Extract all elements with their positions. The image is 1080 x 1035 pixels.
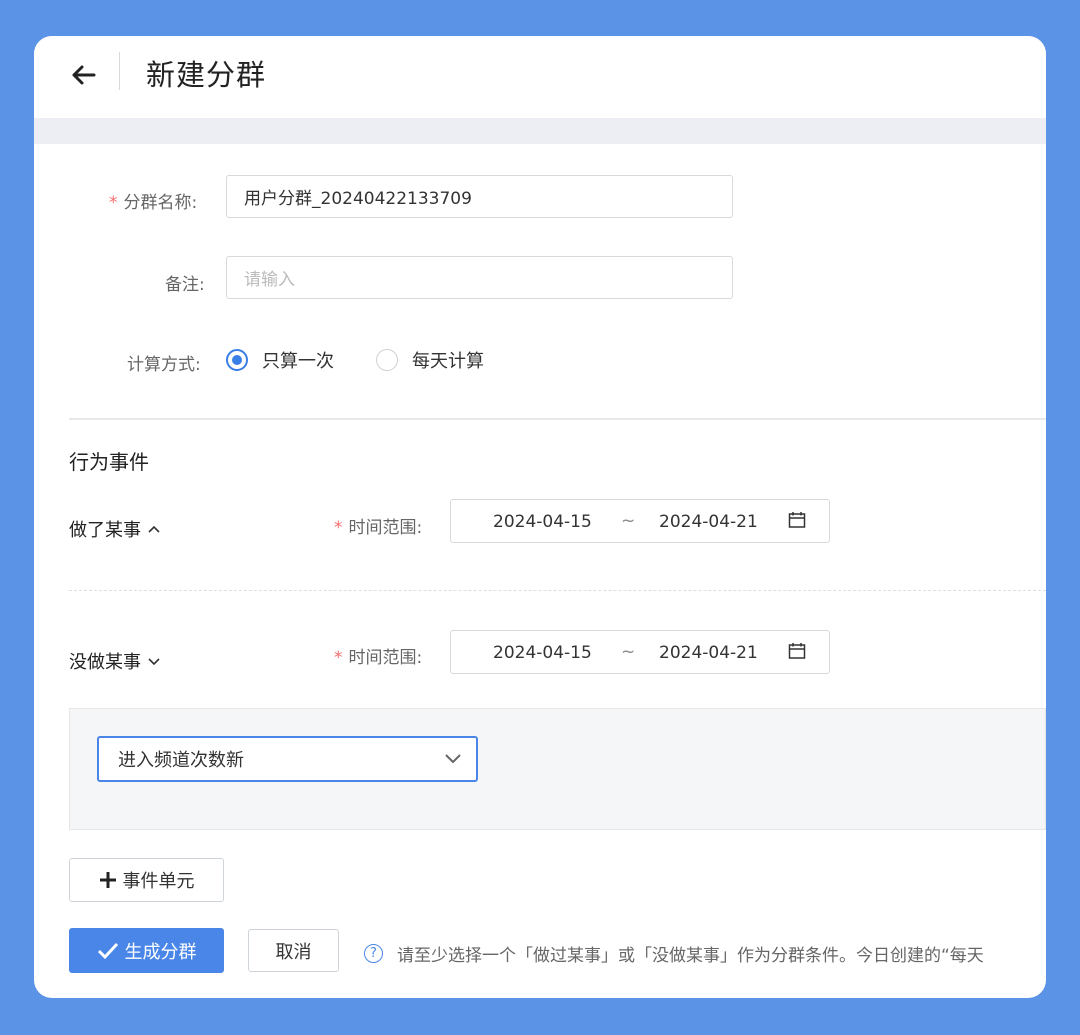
radio-calc-daily[interactable]: 每天计算 <box>376 347 484 373</box>
did-date-range-picker[interactable]: 2024-04-15 ~ 2024-04-21 <box>450 499 830 543</box>
radio-checked-icon <box>226 349 248 371</box>
calendar-icon <box>788 512 806 528</box>
chevron-up-icon <box>148 525 160 533</box>
did-time-range-label: * 时间范围: <box>334 518 423 538</box>
header-divider <box>119 52 120 90</box>
calc-method-label: 计算方式: <box>127 355 201 375</box>
required-mark: * <box>334 518 343 538</box>
generate-segment-button[interactable]: 生成分群 <box>69 928 224 973</box>
did-start-date: 2024-04-15 <box>493 512 592 532</box>
event-condition-select[interactable]: 进入频道次数新 <box>97 736 478 782</box>
range-separator: ~ <box>621 642 636 662</box>
event-divider <box>69 590 1046 591</box>
check-icon <box>97 942 119 960</box>
page-title: 新建分群 <box>146 58 267 92</box>
add-event-unit-button[interactable]: 事件单元 <box>69 858 224 902</box>
did-not-end-date: 2024-04-21 <box>659 643 758 663</box>
required-mark: * <box>109 193 118 213</box>
question-icon: ? <box>364 944 383 963</box>
hint-text: ? 请至少选择一个「做过某事」或「没做某事」作为分群条件。今日创建的“每天 <box>364 941 984 966</box>
remark-input[interactable]: 请输入 <box>226 256 733 299</box>
segment-name-input[interactable]: 用户分群_20240422133709 <box>226 175 733 218</box>
did-not-toggle[interactable]: 没做某事 <box>69 648 161 674</box>
condition-panel: 进入频道次数新 <box>69 708 1046 830</box>
did-not-time-range-label: * 时间范围: <box>334 648 423 668</box>
create-segment-card: 新建分群 * 分群名称: 用户分群_20240422133709 备注: 请输入 … <box>34 36 1046 998</box>
did-something-toggle[interactable]: 做了某事 <box>69 516 161 542</box>
header-band <box>34 118 1046 144</box>
arrow-left-icon <box>72 65 96 85</box>
remark-label: 备注: <box>165 275 205 295</box>
chevron-down-icon <box>445 754 461 764</box>
radio-unchecked-icon <box>376 349 398 371</box>
section-title-events: 行为事件 <box>69 450 149 474</box>
did-not-date-range-picker[interactable]: 2024-04-15 ~ 2024-04-21 <box>450 630 830 674</box>
required-mark: * <box>334 648 343 668</box>
chevron-down-icon <box>148 658 160 666</box>
cancel-button[interactable]: 取消 <box>248 929 339 972</box>
back-button[interactable] <box>66 58 100 92</box>
radio-calc-once[interactable]: 只算一次 <box>226 347 334 373</box>
page-header: 新建分群 <box>34 36 1046 118</box>
segment-name-label: * 分群名称: <box>109 193 198 213</box>
calendar-icon <box>788 643 806 659</box>
range-separator: ~ <box>621 511 636 531</box>
did-not-start-date: 2024-04-15 <box>493 643 592 663</box>
section-divider <box>69 418 1046 420</box>
did-end-date: 2024-04-21 <box>659 512 758 532</box>
plus-icon <box>99 871 117 889</box>
